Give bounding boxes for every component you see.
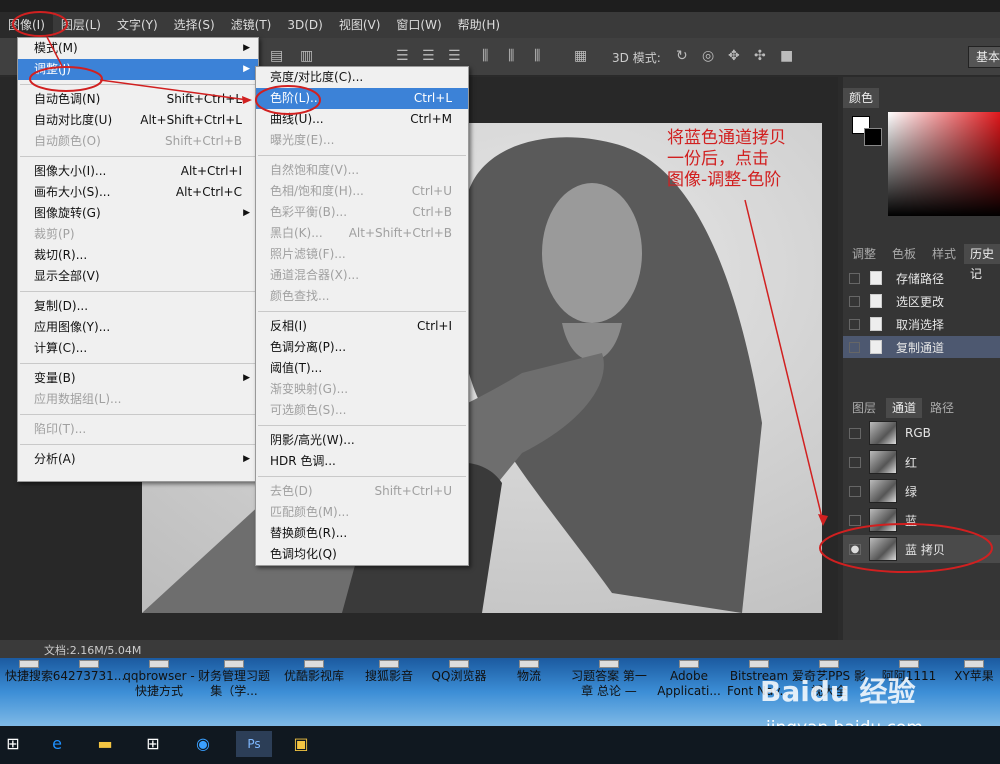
shortcut-icon bbox=[749, 660, 769, 668]
shortcut-icon bbox=[819, 660, 839, 668]
shortcut-icon bbox=[304, 660, 324, 668]
shortcut-icon bbox=[449, 660, 469, 668]
shortcut-icon bbox=[149, 660, 169, 668]
baidu-watermark: Baidu 经验 bbox=[760, 675, 916, 708]
edge-browser-icon[interactable]: e bbox=[44, 731, 70, 757]
shortcut-icon bbox=[79, 660, 99, 668]
photoshop-taskbar-icon[interactable]: Ps bbox=[236, 731, 272, 757]
desktop-shortcut[interactable]: 习题答案 第一章 总论 — bbox=[568, 660, 650, 699]
shortcut-icon bbox=[679, 660, 699, 668]
shortcut-icon bbox=[379, 660, 399, 668]
desktop-shortcut[interactable]: 物流 bbox=[488, 660, 570, 684]
shortcut-icon bbox=[899, 660, 919, 668]
shortcut-label: XY苹果 bbox=[954, 669, 994, 683]
annotation-overlay bbox=[12, 11, 993, 573]
desktop-shortcut[interactable]: XY苹果 bbox=[933, 660, 1000, 684]
shortcut-icon bbox=[224, 660, 244, 668]
windows-start-icon[interactable]: ⊞ bbox=[0, 731, 26, 757]
shortcut-label: 习题答案 第一章 总论 — bbox=[571, 669, 647, 698]
file-explorer-icon[interactable]: ▬ bbox=[92, 731, 118, 757]
shortcut-label: 物流 bbox=[516, 669, 541, 683]
desktop-shortcut[interactable]: qqbrowser - 快捷方式 bbox=[118, 660, 200, 699]
shortcut-label: 优酷影视库 bbox=[283, 669, 344, 683]
shortcut-icon bbox=[599, 660, 619, 668]
qq-browser-icon[interactable]: ◉ bbox=[190, 731, 216, 757]
store-icon[interactable]: ⊞ bbox=[140, 731, 166, 757]
desktop-shortcut[interactable]: 优酷影视库 bbox=[273, 660, 355, 684]
desktop-shortcut[interactable]: 财务管理习题集（学... bbox=[193, 660, 275, 699]
shortcut-label: 财务管理习题集（学... bbox=[197, 669, 270, 698]
shortcut-icon bbox=[19, 660, 39, 668]
shortcut-icon bbox=[519, 660, 539, 668]
shortcut-label: qqbrowser - 快捷方式 bbox=[123, 669, 195, 698]
sticky-app-icon[interactable]: ▣ bbox=[288, 731, 314, 757]
shortcut-icon bbox=[964, 660, 984, 668]
